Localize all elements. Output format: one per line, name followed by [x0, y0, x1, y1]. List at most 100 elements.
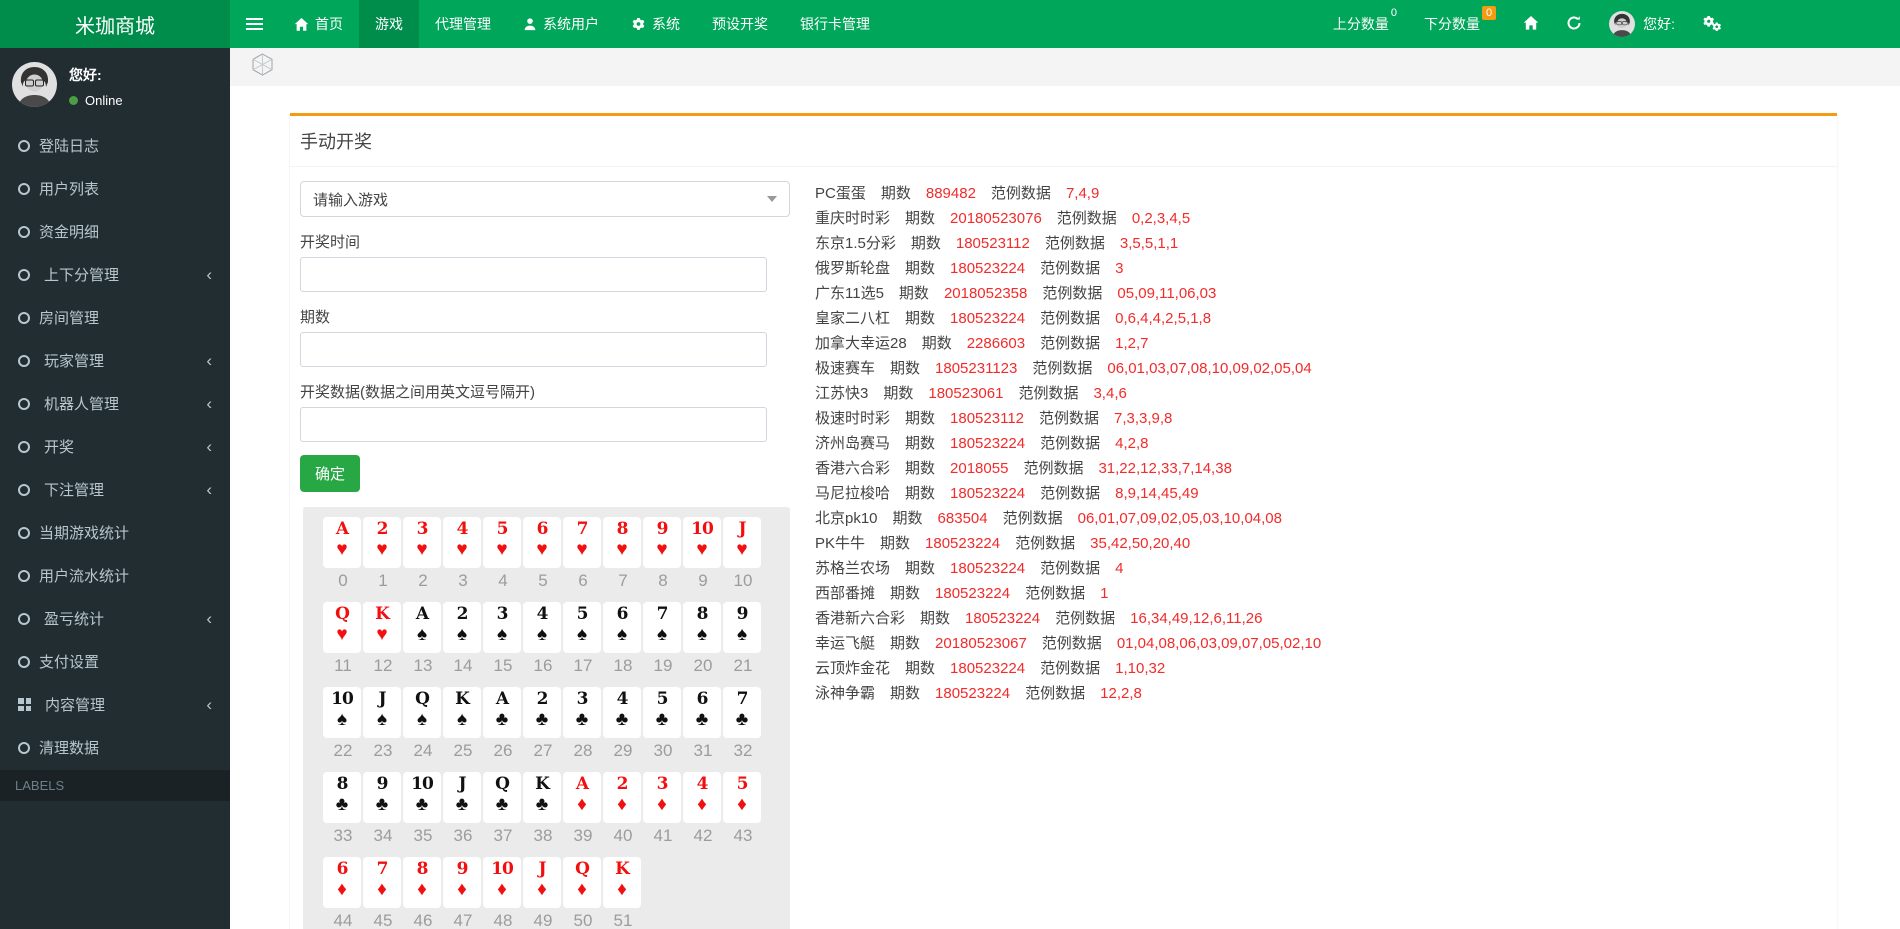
game-period: 180523224	[950, 560, 1025, 577]
nav-item-agent-management[interactable]: 代理管理	[419, 0, 507, 48]
card-index: 20	[683, 656, 723, 676]
game-line: 香港六合彩期数2018055范例数据31,22,12,33,7,14,38	[815, 456, 1455, 481]
diamond-suit-icon: ♦	[323, 879, 361, 901]
playing-card-5-of-clubs: 5♣	[643, 687, 681, 738]
card-rank: 3	[563, 690, 601, 709]
sidebar-toggle-button[interactable]	[230, 0, 278, 48]
nav-item-label: 系统用户	[543, 14, 599, 34]
playing-card-J-of-hearts: J♥	[723, 517, 761, 568]
score-up-count: 0	[1391, 7, 1397, 19]
playing-card-2-of-clubs: 2♣	[523, 687, 561, 738]
card-rank: 2	[363, 520, 401, 539]
user-icon	[523, 17, 537, 31]
game-sample: 12,2,8	[1100, 685, 1142, 702]
nav-item-preset-draw[interactable]: 预设开奖	[696, 0, 784, 48]
sidebar-item-login-logs[interactable]: 登陆日志	[0, 124, 230, 167]
game-name: 广东11选5	[815, 285, 884, 302]
sidebar-item-bet-management[interactable]: 下注管理‹	[0, 468, 230, 511]
draw-data-input[interactable]	[300, 407, 767, 442]
spade-suit-icon: ♠	[403, 624, 441, 646]
sidebar-item-player-management[interactable]: 玩家管理‹	[0, 339, 230, 382]
card-row: A♥2♥3♥4♥5♥6♥7♥8♥9♥10♥J♥012345678910	[323, 517, 790, 591]
sidebar-item-label: 盈亏统计	[44, 608, 104, 629]
sidebar-user-panel: 您好: Online	[0, 48, 230, 120]
heart-suit-icon: ♥	[443, 539, 481, 561]
playing-card-5-of-hearts: 5♥	[483, 517, 521, 568]
game-period-label: 期数	[905, 260, 935, 277]
sidebar-item-profit-loss-stats[interactable]: 盈亏统计‹	[0, 597, 230, 640]
sidebar-item-user-flow-stats[interactable]: 用户流水统计	[0, 554, 230, 597]
playing-card-A-of-spades: A♠	[403, 602, 441, 653]
diamond-suit-icon: ♦	[723, 794, 761, 816]
heart-suit-icon: ♥	[683, 539, 721, 561]
spade-suit-icon: ♠	[643, 624, 681, 646]
brand-logo[interactable]: 米珈商城	[0, 0, 230, 48]
game-sample-label: 范例数据	[1040, 335, 1100, 352]
game-period-label: 期数	[905, 660, 935, 677]
nav-item-home[interactable]: 首页	[278, 0, 359, 48]
card-rank: 9	[443, 860, 481, 879]
game-period: 1805231123	[935, 360, 1017, 377]
draw-time-input[interactable]	[300, 257, 767, 292]
sidebar-item-user-list[interactable]: 用户列表	[0, 167, 230, 210]
sidebar-item-room-management[interactable]: 房间管理	[0, 296, 230, 339]
sidebar-menu: 登陆日志用户列表资金明细上下分管理‹房间管理玩家管理‹机器人管理‹开奖‹下注管理…	[0, 124, 230, 769]
sidebar-item-score-up-down-management[interactable]: 上下分管理‹	[0, 253, 230, 296]
settings-cogs-button[interactable]	[1702, 15, 1722, 34]
game-period: 20180523067	[935, 635, 1027, 652]
online-dot-icon	[69, 96, 78, 105]
sidebar-item-content-management[interactable]: 内容管理‹	[0, 683, 230, 726]
sidebar-item-draw[interactable]: 开奖‹	[0, 425, 230, 468]
card-rank: 10	[403, 775, 441, 794]
home-icon-button[interactable]	[1523, 15, 1539, 34]
game-sample: 35,42,50,20,40	[1090, 535, 1190, 552]
game-name: 俄罗斯轮盘	[815, 260, 890, 277]
playing-card-K-of-hearts: K♥	[363, 602, 401, 653]
playing-card-J-of-spades: J♠	[363, 687, 401, 738]
heart-suit-icon: ♥	[643, 539, 681, 561]
card-rank: 3	[483, 605, 521, 624]
playing-card-5-of-diamonds: 5♦	[723, 772, 761, 823]
card-rank: J	[523, 860, 561, 879]
nav-item-games[interactable]: 游戏	[359, 0, 419, 48]
score-up-menu[interactable]: 上分数量0	[1333, 14, 1397, 34]
club-suit-icon: ♣	[563, 709, 601, 731]
nav-item-bank-card-management[interactable]: 银行卡管理	[784, 0, 886, 48]
playing-card-K-of-diamonds: K♦	[603, 857, 641, 908]
sidebar-item-clean-data[interactable]: 清理数据	[0, 726, 230, 769]
game-period-label: 期数	[881, 185, 911, 202]
nav-item-system-users[interactable]: 系统用户	[507, 0, 615, 48]
sidebar-item-payment-settings[interactable]: 支付设置	[0, 640, 230, 683]
manual-draw-card: 手动开奖 请输入游戏 开奖时间 期数 开奖数据(数据之间用英文逗号隔开) 确定 …	[290, 113, 1837, 929]
card-rank: Q	[483, 775, 521, 794]
nav-item-system[interactable]: 系统	[615, 0, 696, 48]
card-rank: K	[363, 605, 401, 624]
game-name: 极速时时彩	[815, 410, 890, 427]
game-sample-label: 范例数据	[1045, 235, 1105, 252]
game-period: 180523224	[935, 685, 1010, 702]
game-sample-label: 范例数据	[1015, 535, 1075, 552]
card-index: 13	[403, 656, 443, 676]
game-sample-label: 范例数据	[1040, 260, 1100, 277]
sidebar-item-funds-detail[interactable]: 资金明细	[0, 210, 230, 253]
game-sample: 7,3,3,9,8	[1114, 410, 1172, 427]
refresh-icon-button[interactable]	[1566, 15, 1582, 34]
score-up-label: 上分数量	[1333, 16, 1389, 32]
user-menu[interactable]: 您好:	[1609, 11, 1675, 37]
sidebar-item-robot-management[interactable]: 机器人管理‹	[0, 382, 230, 425]
sidebar-item-label: 资金明细	[39, 221, 99, 242]
score-down-menu[interactable]: 下分数量0	[1424, 14, 1496, 34]
card-rank: Q	[563, 860, 601, 879]
game-select[interactable]: 请输入游戏	[300, 181, 790, 217]
circle-o-icon	[18, 656, 30, 668]
period-input[interactable]	[300, 332, 767, 367]
confirm-button[interactable]: 确定	[300, 455, 360, 492]
game-period-label: 期数	[899, 285, 929, 302]
playing-card-2-of-diamonds: 2♦	[603, 772, 641, 823]
card-index: 21	[723, 656, 763, 676]
sidebar-item-current-game-stats[interactable]: 当期游戏统计	[0, 511, 230, 554]
sidebar-item-label: 玩家管理	[44, 350, 104, 371]
card-index: 50	[563, 911, 603, 929]
card-header: 手动开奖	[290, 116, 1837, 167]
card-rank: K	[603, 860, 641, 879]
